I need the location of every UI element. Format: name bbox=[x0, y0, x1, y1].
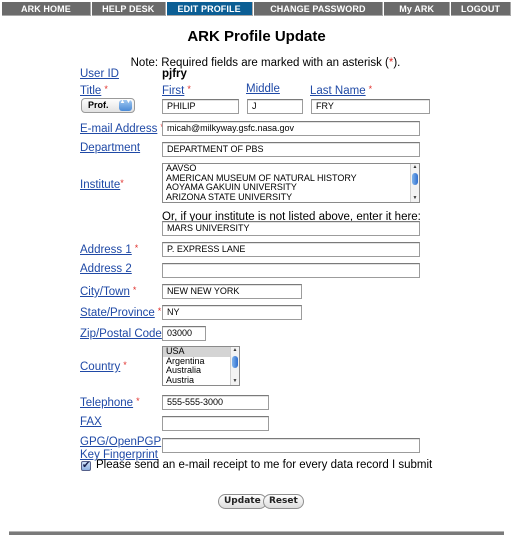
nav-help-desk[interactable]: HELP DESK bbox=[91, 2, 166, 16]
country-scrollbar[interactable]: ▲ ▼ bbox=[230, 347, 239, 385]
required-asterisk: * bbox=[368, 84, 373, 94]
top-nav: ARK HOME HELP DESK EDIT PROFILE CHANGE P… bbox=[2, 2, 511, 16]
scroll-down-icon[interactable]: ▼ bbox=[411, 195, 419, 202]
select-arrows-icon: ▲▼ bbox=[119, 99, 132, 111]
telephone-label[interactable]: Telephone * bbox=[80, 395, 140, 410]
footer-divider bbox=[9, 531, 504, 535]
state-label[interactable]: State/Province * bbox=[80, 305, 161, 320]
required-asterisk: * bbox=[104, 84, 108, 94]
required-asterisk: * bbox=[132, 285, 137, 295]
city-input[interactable]: NEW NEW YORK bbox=[162, 284, 302, 299]
city-label[interactable]: City/Town * bbox=[80, 284, 136, 299]
zip-input[interactable]: 03000 bbox=[162, 326, 206, 341]
department-input[interactable]: DEPARTMENT OF PBS bbox=[162, 142, 420, 157]
nav-change-password[interactable]: CHANGE PASSWORD bbox=[253, 2, 384, 16]
institute-option[interactable]: ARIZONA STATE UNIVERSITY bbox=[163, 192, 419, 203]
email-label-text: E-mail Address bbox=[80, 123, 158, 135]
zip-label[interactable]: Zip/Postal Code* bbox=[80, 326, 168, 341]
country-label[interactable]: Country * bbox=[80, 359, 127, 374]
middle-name-input[interactable]: J bbox=[247, 99, 303, 114]
last-label-text: Last Name bbox=[310, 85, 366, 97]
fax-label[interactable]: FAX bbox=[80, 416, 102, 429]
scroll-down-icon[interactable]: ▼ bbox=[231, 378, 239, 385]
title-label-text: Title bbox=[80, 85, 102, 97]
state-label-text: State/Province bbox=[80, 307, 155, 319]
nav-edit-profile[interactable]: EDIT PROFILE bbox=[166, 2, 253, 16]
address2-input[interactable] bbox=[162, 263, 420, 278]
last-name-input[interactable]: FRY bbox=[311, 99, 430, 114]
required-asterisk: * bbox=[187, 84, 191, 94]
title-select[interactable]: Prof. ▲▼ bbox=[81, 98, 135, 113]
page-title: ARK Profile Update bbox=[187, 28, 326, 45]
update-button[interactable]: Update bbox=[218, 494, 267, 509]
nav-my-ark[interactable]: My ARK bbox=[384, 2, 451, 16]
receipt-checkbox-label[interactable]: Please send an e-mail receipt to me for … bbox=[96, 459, 432, 471]
required-asterisk: * bbox=[136, 396, 140, 406]
address1-label[interactable]: Address 1 * bbox=[80, 242, 138, 257]
first-name-input[interactable]: PHILIP bbox=[162, 99, 239, 114]
gpg-input[interactable] bbox=[162, 438, 420, 453]
title-label[interactable]: Title * bbox=[80, 83, 108, 98]
nav-ark-home[interactable]: ARK HOME bbox=[2, 2, 91, 16]
country-option[interactable]: Austria bbox=[163, 375, 239, 386]
last-name-label[interactable]: Last Name * bbox=[310, 83, 372, 98]
institute-other-input[interactable]: MARS UNIVERSITY bbox=[162, 221, 420, 236]
user-id-value: pjfry bbox=[162, 68, 187, 80]
city-label-text: City/Town bbox=[80, 286, 130, 298]
gpg-label-line1: GPG/OpenPGP bbox=[80, 436, 162, 448]
title-select-value: Prof. bbox=[88, 100, 109, 110]
required-note: Note: Required fields are marked with an… bbox=[0, 57, 513, 69]
receipt-checkbox[interactable]: ✔ bbox=[81, 461, 91, 471]
fax-input[interactable] bbox=[162, 416, 269, 431]
required-asterisk: * bbox=[134, 243, 139, 253]
note-suffix: ). bbox=[393, 57, 401, 69]
first-label-text: First bbox=[162, 85, 185, 97]
department-label[interactable]: Department bbox=[80, 142, 140, 155]
telephone-input[interactable]: 555-555-3000 bbox=[162, 395, 269, 410]
scroll-thumb[interactable] bbox=[232, 356, 238, 368]
scroll-up-icon[interactable]: ▲ bbox=[231, 347, 239, 354]
reset-button[interactable]: Reset bbox=[263, 494, 304, 509]
institute-label[interactable]: Institute* bbox=[80, 177, 124, 192]
nav-logout[interactable]: LOGOUT bbox=[451, 2, 511, 16]
required-asterisk: * bbox=[123, 360, 127, 370]
institute-listbox[interactable]: AAVSO AMERICAN MUSEUM OF NATURAL HISTORY… bbox=[162, 163, 420, 203]
address2-label[interactable]: Address 2 bbox=[80, 263, 132, 276]
zip-label-text: Zip/Postal Code bbox=[80, 328, 162, 340]
state-input[interactable]: NY bbox=[162, 305, 302, 320]
address1-input[interactable]: P. EXPRESS LANE bbox=[162, 242, 420, 257]
email-input[interactable]: micah@milkyway.gsfc.nasa.gov bbox=[162, 121, 420, 136]
country-listbox[interactable]: USA Argentina Australia Austria ▲ ▼ bbox=[162, 346, 240, 386]
scroll-thumb[interactable] bbox=[412, 173, 418, 185]
telephone-label-text: Telephone bbox=[80, 397, 134, 409]
required-asterisk: * bbox=[120, 178, 124, 188]
institute-label-text: Institute bbox=[80, 179, 121, 191]
address1-label-text: Address 1 bbox=[80, 244, 132, 256]
user-id-label[interactable]: User ID bbox=[80, 68, 119, 81]
country-label-text: Country bbox=[80, 361, 121, 373]
first-name-label[interactable]: First * bbox=[162, 83, 191, 98]
email-label[interactable]: E-mail Address* bbox=[80, 121, 164, 136]
scroll-up-icon[interactable]: ▲ bbox=[411, 164, 419, 171]
institute-scrollbar[interactable]: ▲ ▼ bbox=[410, 164, 419, 202]
required-asterisk: * bbox=[157, 306, 162, 316]
middle-name-label[interactable]: Middle bbox=[246, 83, 280, 96]
